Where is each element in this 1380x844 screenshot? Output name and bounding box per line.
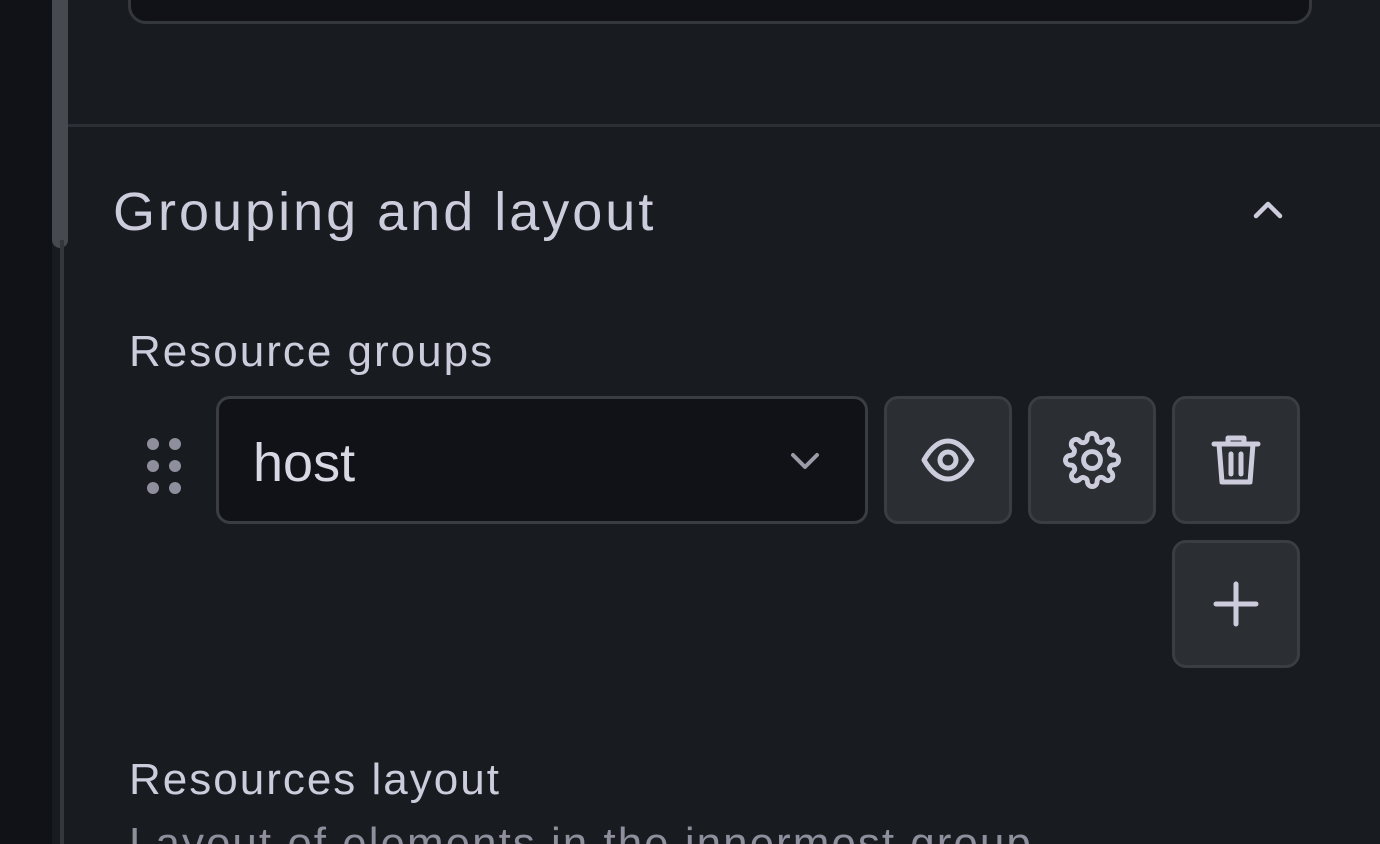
gear-icon	[1063, 431, 1121, 489]
group-settings-button[interactable]	[1028, 396, 1156, 524]
toggle-visibility-button[interactable]	[884, 396, 1012, 524]
left-sidebar-edge	[0, 0, 52, 844]
section-title[interactable]: Grouping and layout	[113, 180, 656, 244]
previous-field-input[interactable]	[128, 0, 1312, 24]
trash-icon	[1211, 435, 1261, 485]
add-group-button[interactable]	[1172, 540, 1300, 668]
plus-icon	[1213, 581, 1259, 627]
chevron-down-icon	[785, 441, 825, 481]
section-divider	[68, 124, 1380, 127]
eye-icon	[921, 438, 975, 482]
resource-groups-label: Resource groups	[129, 327, 495, 376]
scrollbar-thumb[interactable]	[52, 0, 68, 248]
resource-group-select[interactable]: host	[216, 396, 868, 524]
drag-handle-icon[interactable]	[140, 434, 188, 502]
resource-group-select-value: host	[253, 433, 356, 493]
resources-layout-label: Resources layout	[129, 755, 501, 804]
section-left-border	[60, 240, 64, 844]
chevron-up-icon[interactable]	[1248, 190, 1288, 230]
delete-group-button[interactable]	[1172, 396, 1300, 524]
resources-layout-description: Layout of elements in the innermost grou…	[129, 819, 1033, 844]
options-pane: Grouping and layout Resource groups host	[0, 0, 1380, 844]
